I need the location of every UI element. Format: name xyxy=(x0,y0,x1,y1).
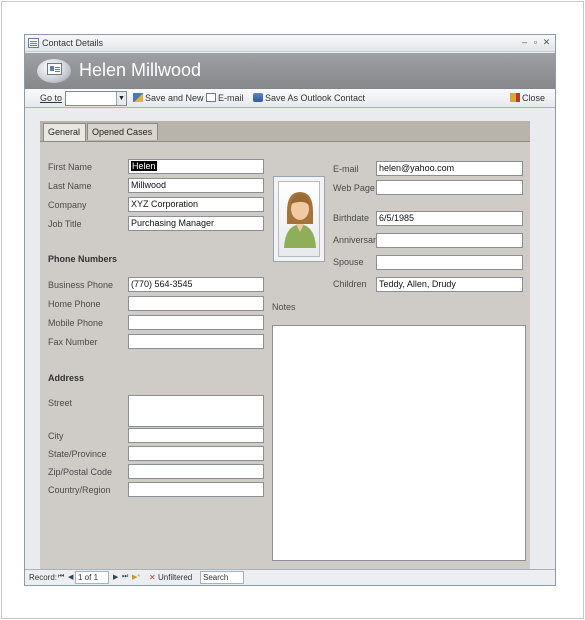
children-label: Children xyxy=(333,279,367,289)
country-region-field[interactable] xyxy=(128,482,264,497)
close-form-button[interactable]: Close xyxy=(510,93,545,103)
company-label: Company xyxy=(48,200,87,210)
company-field[interactable]: XYZ Corporation xyxy=(128,197,264,212)
street-label: Street xyxy=(48,398,73,408)
filter-status[interactable]: Unfiltered xyxy=(158,573,192,582)
city-label: City xyxy=(48,431,64,441)
last-name-field[interactable]: Millwood xyxy=(128,178,264,193)
zip-postal-field[interactable] xyxy=(128,464,264,479)
form-icon xyxy=(28,38,39,48)
search-box[interactable]: Search xyxy=(200,571,244,584)
next-record-icon[interactable]: ▶ xyxy=(113,573,118,581)
filter-icon: ✕ xyxy=(149,573,156,582)
email-button[interactable]: E-mail xyxy=(206,93,244,103)
job-title-label: Job Title xyxy=(48,219,82,229)
contact-photo[interactable] xyxy=(273,176,325,262)
last-name-label: Last Name xyxy=(48,181,92,191)
record-label: Record: xyxy=(29,573,58,582)
goto-label: Go to xyxy=(40,93,63,103)
address-heading: Address xyxy=(48,373,85,383)
email-field[interactable]: helen@yahoo.com xyxy=(376,161,523,176)
save-as-outlook-label: Save As Outlook Contact xyxy=(265,93,366,103)
restore-button[interactable]: ▫ xyxy=(531,37,540,47)
country-region-label: Country/Region xyxy=(48,485,111,495)
anniversary-label: Anniversary xyxy=(333,235,381,245)
envelope-icon xyxy=(206,93,216,102)
notes-field[interactable] xyxy=(272,325,526,561)
tab-opened-cases[interactable]: Opened Cases xyxy=(87,123,159,140)
city-field[interactable] xyxy=(128,428,264,443)
spouse-field[interactable] xyxy=(376,255,523,270)
mobile-phone-field[interactable] xyxy=(128,315,264,330)
street-field[interactable] xyxy=(128,395,264,427)
home-phone-field[interactable] xyxy=(128,296,264,311)
home-phone-label: Home Phone xyxy=(48,299,101,309)
close-window-button[interactable]: ✕ xyxy=(542,37,551,47)
close-door-icon xyxy=(510,93,520,102)
anniversary-field[interactable] xyxy=(376,233,523,248)
email-label: E-mail xyxy=(333,164,359,174)
web-page-field[interactable] xyxy=(376,180,523,195)
birthdate-field[interactable]: 6/5/1985 xyxy=(376,211,523,226)
spouse-label: Spouse xyxy=(333,257,364,267)
tab-general[interactable]: General xyxy=(43,123,87,141)
state-province-field[interactable] xyxy=(128,446,264,461)
form-toolbar: Go to ▼ Save and New E-mail Save As Outl… xyxy=(25,89,555,108)
children-field[interactable]: Teddy, Allen, Drudy xyxy=(376,277,523,292)
outlook-contact-icon xyxy=(253,93,263,102)
save-and-new-label: Save and New xyxy=(145,93,204,103)
first-record-icon[interactable]: ⏮ xyxy=(58,573,64,581)
form-body: General Opened Cases First Name Helen La… xyxy=(40,121,530,569)
form-header: Helen Millwood xyxy=(25,53,555,89)
job-title-field[interactable]: Purchasing Manager xyxy=(128,216,264,231)
goto-dropdown[interactable]: ▼ xyxy=(65,91,127,106)
birthdate-label: Birthdate xyxy=(333,213,370,223)
window-title: Contact Details xyxy=(42,38,104,48)
save-as-outlook-button[interactable]: Save As Outlook Contact xyxy=(253,93,365,103)
first-name-label: First Name xyxy=(48,162,93,172)
general-tab-panel: First Name Helen Last Name Millwood Comp… xyxy=(40,141,530,569)
female-avatar-icon xyxy=(284,192,316,248)
record-navigation-bar: Record: ⏮ ◀ 1 of 1 ▶ ⏭ ▶* ✕ Unfiltered S… xyxy=(25,569,555,585)
notes-label: Notes xyxy=(272,302,296,312)
contact-details-window: Contact Details ‒ ▫ ✕ Helen Millwood Go … xyxy=(24,34,556,586)
contact-name-title: Helen Millwood xyxy=(79,60,202,80)
minimize-button[interactable]: ‒ xyxy=(520,37,529,47)
email-button-label: E-mail xyxy=(218,93,244,103)
save-new-icon xyxy=(133,93,143,102)
record-position-field[interactable]: 1 of 1 xyxy=(75,571,109,584)
new-record-icon[interactable]: ▶* xyxy=(132,573,140,581)
close-form-label: Close xyxy=(522,93,546,103)
dropdown-arrow-icon[interactable]: ▼ xyxy=(116,92,126,105)
state-province-label: State/Province xyxy=(48,449,107,459)
phone-numbers-heading: Phone Numbers xyxy=(48,254,118,264)
save-and-new-button[interactable]: Save and New xyxy=(133,93,204,103)
business-phone-label: Business Phone xyxy=(48,280,114,290)
first-name-field[interactable]: Helen xyxy=(128,159,264,174)
web-page-label: Web Page xyxy=(333,183,375,193)
fax-number-field[interactable] xyxy=(128,334,264,349)
business-phone-field[interactable]: (770) 564-3545 xyxy=(128,277,264,292)
previous-record-icon[interactable]: ◀ xyxy=(68,573,73,581)
last-record-icon[interactable]: ⏭ xyxy=(122,573,128,581)
zip-postal-label: Zip/Postal Code xyxy=(48,467,113,477)
tab-strip: General Opened Cases xyxy=(43,123,159,141)
window-titlebar[interactable]: Contact Details ‒ ▫ ✕ xyxy=(25,35,555,52)
contact-card-icon xyxy=(37,59,71,83)
fax-number-label: Fax Number xyxy=(48,337,98,347)
mobile-phone-label: Mobile Phone xyxy=(48,318,104,328)
